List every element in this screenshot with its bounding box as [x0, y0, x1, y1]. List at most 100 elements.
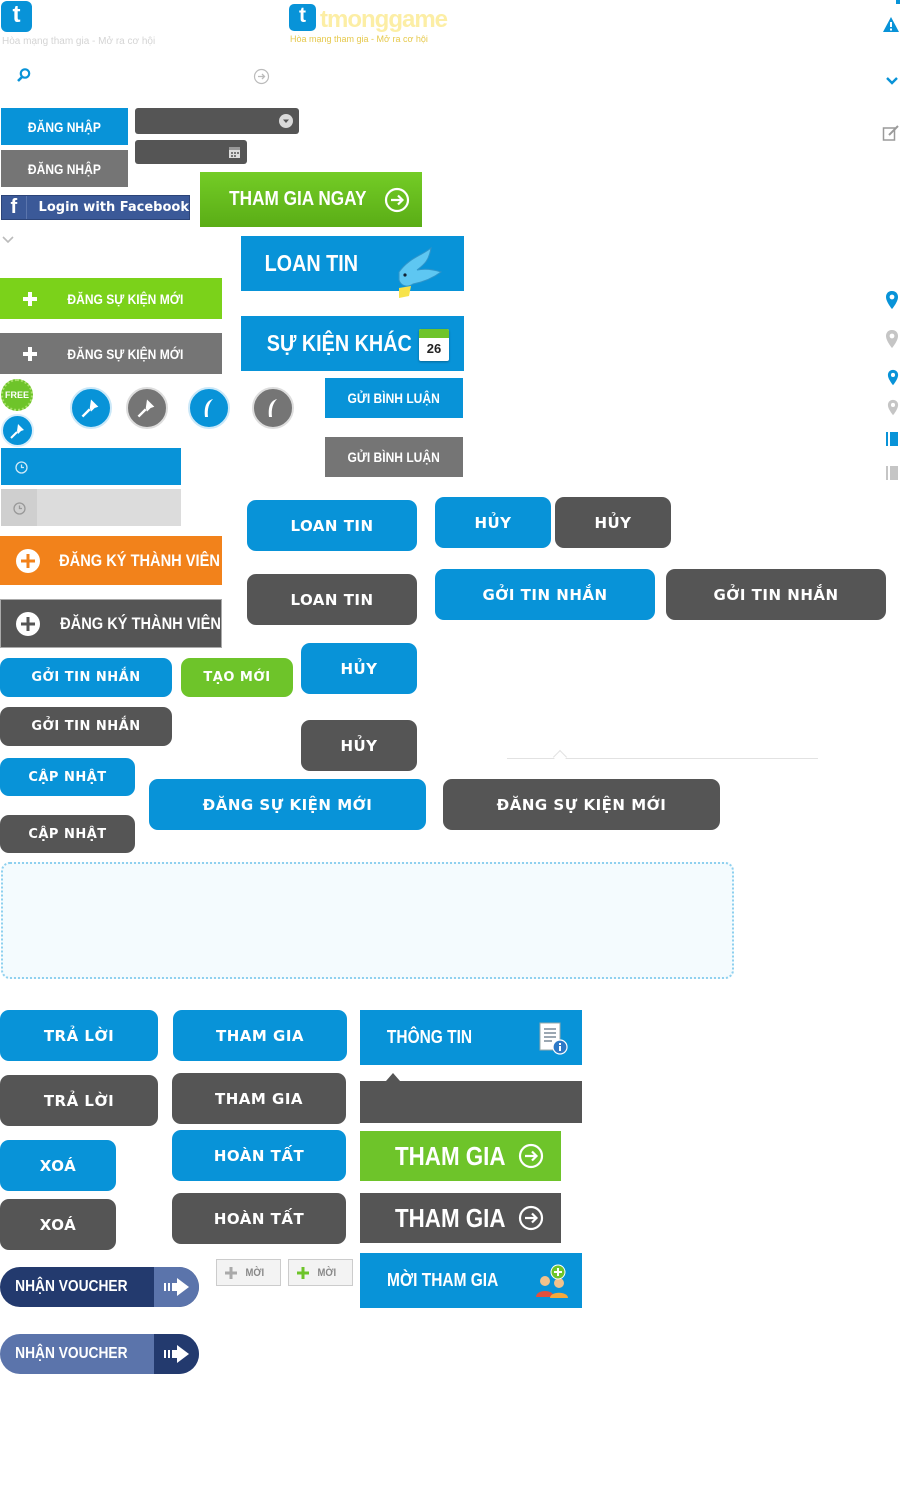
join-now-button[interactable]: THAM GIA NGAY — [200, 172, 422, 227]
delete-button-blue[interactable]: XOÁ — [0, 1140, 116, 1191]
done-gray-label: HOÀN TẤT — [213, 1209, 305, 1228]
info-label: THÔNG TIN — [386, 1027, 473, 1047]
edit-icon[interactable] — [882, 124, 900, 142]
create-new-button[interactable]: TẠO MỚI — [181, 658, 293, 697]
loan-tin-button-blue[interactable]: LOAN TIN — [247, 500, 417, 551]
bird-icon — [389, 242, 449, 304]
send-comment-gray-label: GỬI BÌNH LUẬN — [347, 449, 441, 465]
invite-small-button-gray[interactable]: MỜI — [216, 1259, 281, 1286]
loan-tin-blue-label: LOAN TIN — [290, 516, 374, 535]
free-badge: FREE — [1, 379, 33, 411]
cancel-button-blue[interactable]: HỦY — [435, 497, 551, 548]
plus-circle-icon-gray — [15, 611, 41, 637]
chevron-down-icon[interactable] — [884, 74, 900, 88]
send-message-gray-wide-label: GỞI TIN NHẮN — [713, 585, 839, 604]
arrow-right-circle-icon — [384, 187, 410, 213]
calendar-icon[interactable] — [226, 144, 242, 160]
send-message-button-blue-wide[interactable]: GỞI TIN NHẮN — [435, 569, 655, 620]
send-message-button-blue[interactable]: GỞI TIN NHẮN — [0, 658, 172, 697]
join-button-blue[interactable]: THAM GIA — [173, 1010, 347, 1061]
create-new-label: TẠO MỚI — [203, 670, 271, 685]
update-button-gray[interactable]: CẬP NHẬT — [0, 815, 135, 853]
post-event-pill-blue[interactable]: ĐĂNG SỰ KIỆN MỚI — [149, 779, 426, 830]
logo-letter-box-2: t — [289, 4, 316, 31]
date-field[interactable] — [135, 140, 247, 164]
send-comment-button-gray[interactable]: GỬI BÌNH LUẬN — [325, 437, 463, 477]
dropdown-select[interactable] — [135, 108, 299, 134]
pin-button-small[interactable] — [1, 414, 34, 447]
join-button-gray-big[interactable]: THAM GIA — [360, 1193, 561, 1243]
post-event-button-gray[interactable]: ĐĂNG SỰ KIỆN MỚI — [0, 333, 222, 374]
map-marker-icon-blue — [884, 289, 900, 311]
plus-icon-gray — [22, 346, 38, 362]
loan-tin-banner[interactable]: LOAN TIN — [241, 236, 464, 298]
post-event-gray-label: ĐĂNG SỰ KIỆN MỚI — [67, 345, 184, 362]
search-icon[interactable] — [15, 66, 33, 84]
done-blue-label: HOÀN TẤT — [213, 1146, 305, 1165]
reply-button-blue[interactable]: TRẢ LỜI — [0, 1010, 158, 1061]
cancel-blue-label: HỦY — [474, 513, 512, 532]
send-message-button-gray-wide[interactable]: GỞI TIN NHẮN — [666, 569, 886, 620]
done-button-gray[interactable]: HOÀN TẤT — [172, 1193, 346, 1244]
register-gray-label: ĐĂNG KÝ THÀNH VIÊN — [60, 613, 221, 633]
facebook-login-button[interactable]: f Login with Facebook — [1, 195, 190, 220]
post-event-pill-blue-label: ĐĂNG SỰ KIỆN MỚI — [202, 795, 373, 814]
logo-letter: t — [12, 1, 21, 28]
post-event-pill-gray-label: ĐĂNG SỰ KIỆN MỚI — [496, 795, 667, 814]
comment-textarea[interactable] — [1, 862, 734, 979]
other-events-banner[interactable]: SỰ KIỆN KHÁC 26 — [241, 316, 464, 371]
feather-icon — [204, 399, 213, 417]
info-button[interactable]: THÔNG TIN — [360, 1010, 582, 1065]
calendar-day-icon: 26 — [419, 329, 449, 361]
bookmark-button-blue[interactable] — [188, 387, 230, 429]
reply-blue-label: TRẢ LỜI — [43, 1026, 115, 1045]
join-now-label: THAM GIA NGAY — [229, 188, 367, 210]
delete-blue-label: XOÁ — [39, 1156, 77, 1175]
reply-gray-label: TRẢ LỜI — [43, 1091, 115, 1110]
voucher-navy-label: NHẬN VOUCHER — [15, 1278, 128, 1295]
update-button-blue[interactable]: CẬP NHẬT — [0, 758, 135, 796]
pin-button-blue[interactable] — [70, 387, 112, 429]
invite-join-button[interactable]: MỜI THAM GIA — [360, 1253, 582, 1308]
cancel-button-gray[interactable]: HỦY — [555, 497, 671, 548]
voucher-button-light[interactable]: NHẬN VOUCHER — [0, 1334, 199, 1374]
cancel-button-blue-2[interactable]: HỦY — [301, 643, 417, 694]
delete-button-gray[interactable]: XOÁ — [0, 1199, 116, 1250]
plus-icon-small-green — [297, 1266, 309, 1279]
reply-button-gray[interactable]: TRẢ LỜI — [0, 1075, 158, 1126]
send-message-gray-label: GỞI TIN NHẮN — [31, 719, 141, 734]
pin-button-gray[interactable] — [126, 387, 168, 429]
login-button-blue[interactable]: ĐĂNG NHẬP — [1, 108, 128, 145]
voucher-button-navy[interactable]: NHẬN VOUCHER — [0, 1267, 199, 1307]
loan-tin-button-gray[interactable]: LOAN TIN — [247, 574, 417, 625]
post-event-pill-gray[interactable]: ĐĂNG SỰ KIỆN MỚI — [443, 779, 720, 830]
register-button-orange[interactable]: ĐĂNG KÝ THÀNH VIÊN — [0, 536, 222, 585]
tooltip-box — [360, 1081, 582, 1123]
join-button-gray[interactable]: THAM GIA — [172, 1073, 346, 1124]
bookmark-button-gray[interactable] — [252, 387, 294, 429]
join-gray-big-label: THAM GIA — [394, 1202, 506, 1233]
dropdown-arrow-icon — [278, 113, 294, 129]
time-bar-blue — [1, 448, 181, 485]
done-button-blue[interactable]: HOÀN TẤT — [172, 1130, 346, 1181]
send-comment-button-blue[interactable]: GỬI BÌNH LUẬN — [325, 378, 463, 418]
facebook-icon: f — [2, 196, 27, 219]
register-button-gray[interactable]: ĐĂNG KÝ THÀNH VIÊN — [0, 599, 222, 648]
free-badge-label: FREE — [4, 390, 29, 400]
post-event-button-green[interactable]: ĐĂNG SỰ KIỆN MỚI — [0, 278, 222, 319]
other-events-label: SỰ KIỆN KHÁC — [266, 330, 412, 356]
invite-small-button-green[interactable]: MỜI — [288, 1259, 353, 1286]
small-chevron-down-icon[interactable] — [1, 234, 15, 246]
logo-tagline-yellow: Hòa mạng tham gia - Mở ra cơ hội — [290, 34, 428, 44]
cancel-button-gray-2[interactable]: HỦY — [301, 720, 417, 771]
invite-small-gray-label: MỜI — [245, 1266, 265, 1279]
add-users-icon — [532, 1263, 572, 1299]
join-button-green-big[interactable]: THAM GIA — [360, 1131, 561, 1181]
corner-mark — [896, 0, 900, 4]
login-button-gray[interactable]: ĐĂNG NHẬP — [1, 150, 128, 187]
send-message-button-gray[interactable]: GỞI TIN NHẮN — [0, 707, 172, 746]
pin-icon-large — [81, 399, 99, 418]
search-go-icon[interactable] — [252, 67, 270, 85]
join-blue-label: THAM GIA — [215, 1026, 305, 1045]
loan-tin-gray-label: LOAN TIN — [290, 590, 374, 609]
